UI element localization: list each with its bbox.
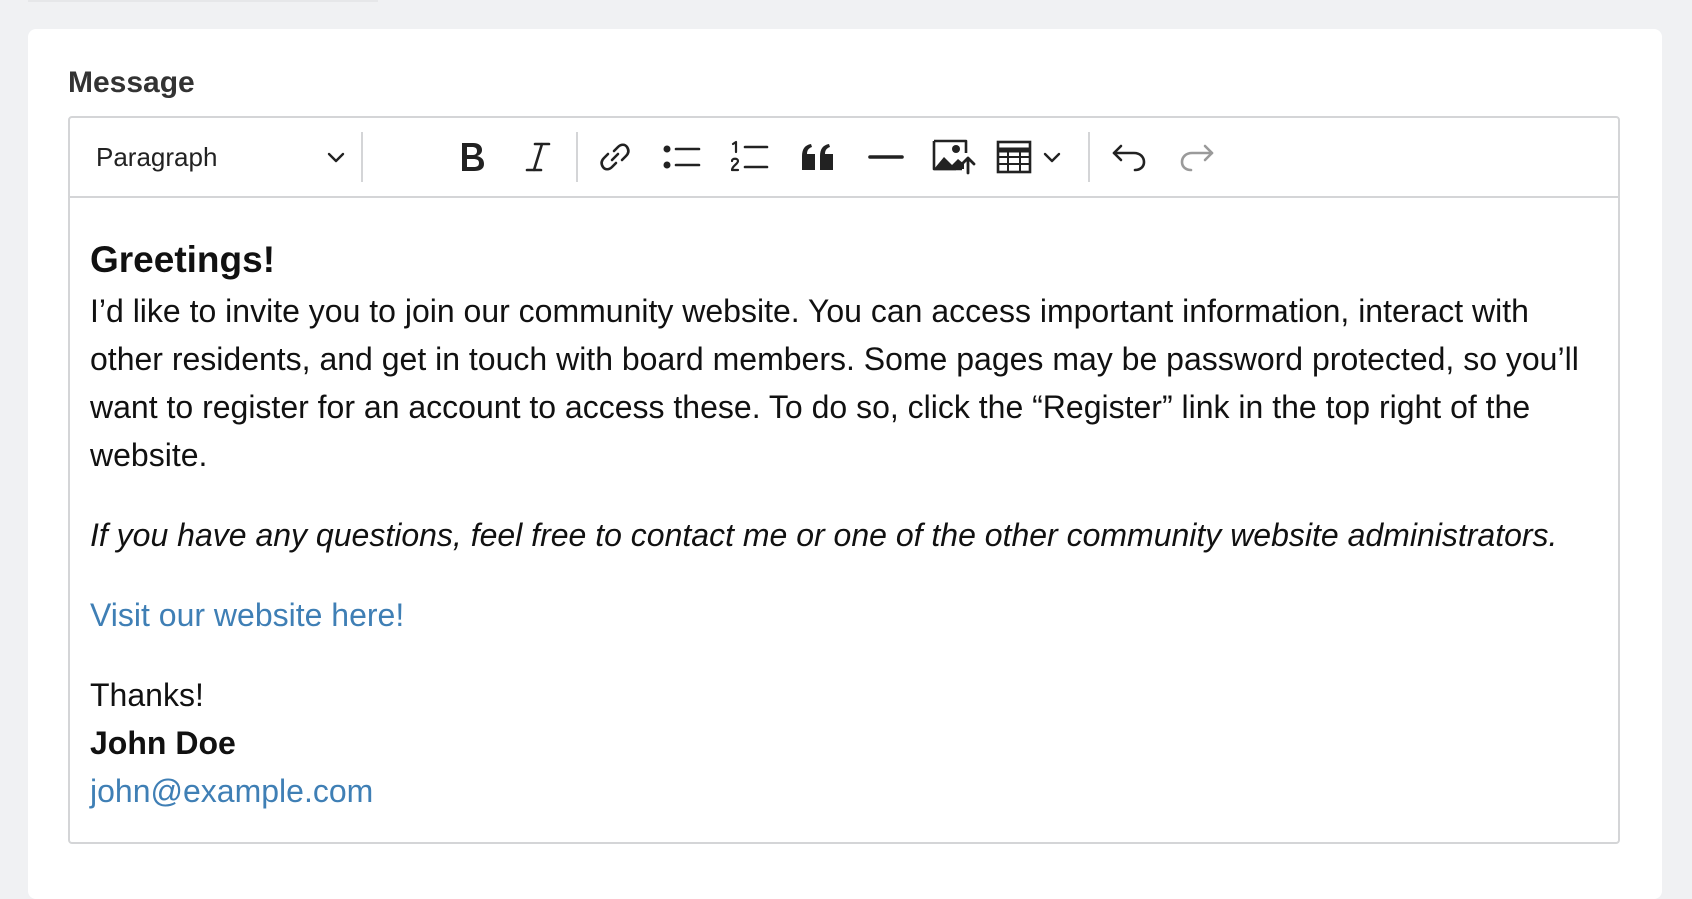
chevron-down-icon: [1042, 147, 1062, 167]
bold-icon: [457, 140, 487, 174]
message-label: Message: [68, 66, 195, 99]
horizontal-line-button[interactable]: [860, 118, 912, 196]
undo-icon: [1111, 142, 1147, 172]
insert-table-button[interactable]: [996, 118, 1076, 196]
chevron-down-icon: [326, 147, 346, 167]
top-strip: [28, 0, 378, 2]
numbered-list-button[interactable]: [724, 118, 776, 196]
link-icon: [598, 140, 632, 174]
italic-icon: [525, 140, 551, 174]
body-paragraph: I’d like to invite you to join our commu…: [90, 293, 1579, 473]
signature-email-link[interactable]: john@example.com: [90, 773, 373, 809]
signature-name: John Doe: [90, 725, 236, 761]
website-link[interactable]: Visit our website here!: [90, 597, 404, 633]
image-upload-icon: [932, 139, 976, 175]
bold-button[interactable]: [446, 118, 498, 196]
numbered-list-icon: [731, 140, 769, 174]
thanks-text: Thanks!: [90, 677, 204, 713]
toolbar-separator: [1088, 132, 1090, 182]
greeting-heading: Greetings!: [90, 239, 276, 280]
bulleted-list-icon: [663, 142, 701, 172]
italic-button[interactable]: [512, 118, 564, 196]
quote-icon: [801, 143, 835, 171]
paragraph-style-label: Paragraph: [96, 141, 218, 172]
toolbar-separator: [576, 132, 578, 182]
insert-image-button[interactable]: [926, 118, 982, 196]
block-quote-button[interactable]: [792, 118, 844, 196]
horizontal-line-icon: [868, 153, 904, 161]
redo-button[interactable]: [1170, 118, 1224, 196]
paragraph-style-dropdown[interactable]: Paragraph: [96, 118, 346, 196]
undo-button[interactable]: [1102, 118, 1156, 196]
redo-icon: [1179, 142, 1215, 172]
toolbar-separator: [361, 132, 363, 182]
editor-toolbar: Paragraph: [70, 118, 1618, 198]
link-button[interactable]: [590, 118, 640, 196]
italic-note: If you have any questions, feel free to …: [90, 517, 1558, 553]
table-icon: [996, 140, 1032, 174]
editor-content[interactable]: Greetings! I’d like to invite you to joi…: [90, 236, 1600, 815]
bulleted-list-button[interactable]: [656, 118, 708, 196]
rich-text-editor: Paragraph Greetings! I’d like to invite …: [68, 116, 1620, 844]
